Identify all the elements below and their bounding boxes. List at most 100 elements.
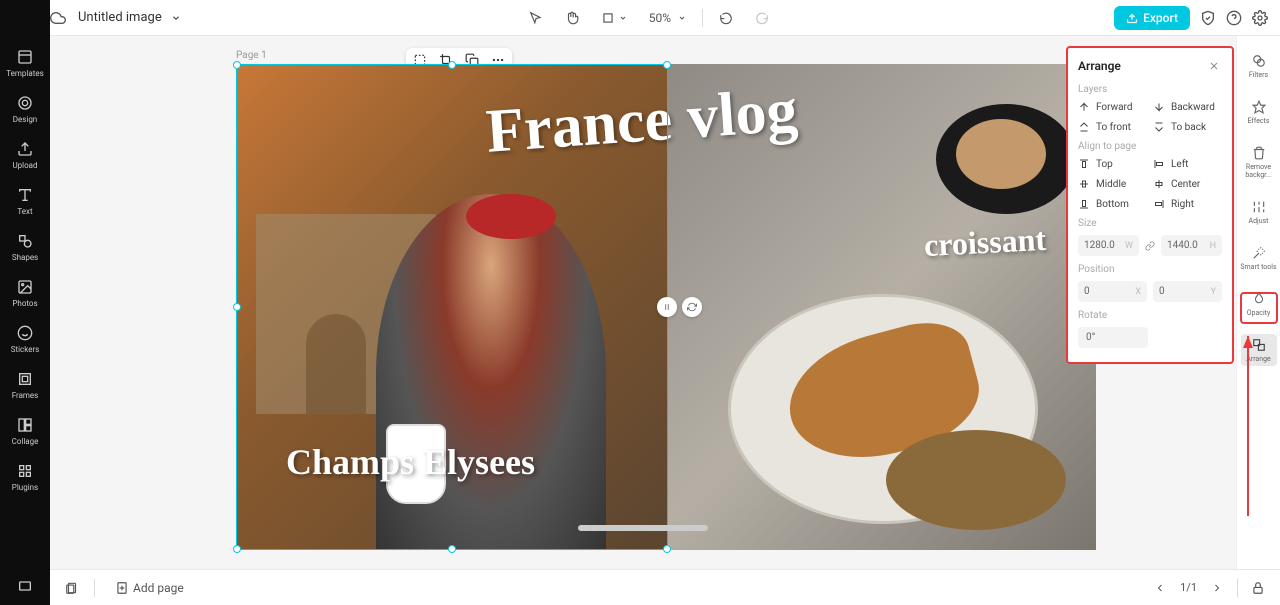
pos-x-input[interactable]: 0X <box>1078 281 1147 302</box>
remove-bg-icon <box>1251 145 1267 161</box>
arrange-icon <box>1251 337 1267 353</box>
sidebar-item-photos[interactable]: Photos <box>0 278 50 308</box>
help-icon[interactable] <box>1226 10 1242 26</box>
divider <box>702 9 703 27</box>
to-back-icon <box>1153 121 1165 133</box>
tool-filters[interactable]: Filters <box>1237 50 1280 82</box>
next-page-button[interactable] <box>1209 580 1225 596</box>
right-toolbar: Filters Effects Remove backgr... Adjust … <box>1236 36 1280 569</box>
align-bottom-button[interactable]: Bottom <box>1078 198 1147 210</box>
align-top-button[interactable]: Top <box>1078 158 1147 170</box>
resize-handle-tr[interactable] <box>663 61 671 69</box>
resize-handle-bl[interactable] <box>233 545 241 553</box>
adjust-icon <box>1251 199 1267 215</box>
panel-title: Arrange <box>1078 59 1121 73</box>
export-button[interactable]: Export <box>1114 6 1190 30</box>
width-input[interactable]: 1280.0W <box>1078 235 1139 256</box>
hand-tool[interactable] <box>559 7 585 29</box>
zoom-level[interactable]: 50% <box>643 7 692 29</box>
left-sidebar: Templates Design Upload Text Shapes Phot… <box>0 0 50 605</box>
layers-icon <box>16 577 34 595</box>
pages-icon[interactable] <box>64 580 80 596</box>
tool-smart[interactable]: Smart tools <box>1237 242 1280 274</box>
cloud-icon[interactable] <box>50 10 66 26</box>
resize-handle-tl[interactable] <box>233 61 241 69</box>
to-back-button[interactable]: To back <box>1153 121 1222 133</box>
collage-icon <box>16 416 34 434</box>
arrange-panel: Arrange Layers Forward Backward To front… <box>1066 46 1234 364</box>
section-position: Position <box>1078 264 1222 275</box>
canvas-area[interactable]: Page 1 Champs Elysees croissant France v… <box>50 36 1236 569</box>
add-page-button[interactable]: Add page <box>109 577 190 599</box>
cursor-tool[interactable] <box>523 7 549 29</box>
shield-icon[interactable] <box>1200 10 1216 26</box>
align-top-icon <box>1078 158 1090 170</box>
height-input[interactable]: 1440.0H <box>1161 235 1222 256</box>
sidebar-item-stickers[interactable]: Stickers <box>0 324 50 354</box>
align-right-button[interactable]: Right <box>1153 198 1222 210</box>
backward-button[interactable]: Backward <box>1153 101 1222 113</box>
bottom-bar: Add page 1/1 <box>50 569 1280 605</box>
resize-handle-ml[interactable] <box>233 303 241 311</box>
frames-icon <box>16 370 34 388</box>
sidebar-item-templates[interactable]: Templates <box>0 48 50 78</box>
sidebar-item-collage[interactable]: Collage <box>0 416 50 446</box>
photos-icon <box>16 278 34 296</box>
undo-button[interactable] <box>713 7 739 29</box>
lock-icon[interactable] <box>1250 580 1266 596</box>
sidebar-item-text[interactable]: Text <box>0 186 50 216</box>
sidebar-item-shapes[interactable]: Shapes <box>0 232 50 262</box>
chevron-down-icon <box>168 10 184 26</box>
plugins-icon <box>16 462 34 480</box>
sidebar-item-frames[interactable]: Frames <box>0 370 50 400</box>
forward-button[interactable]: Forward <box>1078 101 1147 113</box>
tool-arrange[interactable]: Arrange <box>1241 334 1277 366</box>
templates-icon <box>16 48 34 66</box>
document-title[interactable]: Untitled image <box>78 10 184 26</box>
resize-handle-br[interactable] <box>663 545 671 553</box>
align-bottom-icon <box>1078 198 1090 210</box>
align-center-button[interactable]: Center <box>1153 178 1222 190</box>
prev-page-button[interactable] <box>1152 580 1168 596</box>
section-rotate: Rotate <box>1078 310 1222 321</box>
backward-icon <box>1153 101 1165 113</box>
tool-adjust[interactable]: Adjust <box>1237 196 1280 228</box>
sidebar-item-layers[interactable] <box>0 577 50 595</box>
top-bar: Untitled image 50% Export <box>0 0 1280 36</box>
sidebar-item-design[interactable]: Design <box>0 94 50 124</box>
tool-opacity[interactable]: Opacity <box>1237 288 1280 320</box>
selection-outline <box>236 64 668 550</box>
align-middle-button[interactable]: Middle <box>1078 178 1147 190</box>
topbar-center: 50% <box>523 7 775 29</box>
text-croissant[interactable]: croissant <box>923 221 1047 264</box>
pos-y-input[interactable]: 0Y <box>1153 281 1222 302</box>
close-icon[interactable] <box>1206 58 1222 74</box>
refresh-knob-icon[interactable] <box>682 297 702 317</box>
tool-remove-bg[interactable]: Remove backgr... <box>1237 142 1280 182</box>
topbar-right: Export <box>1114 6 1268 30</box>
edge-grip-icon[interactable] <box>657 297 677 317</box>
filters-icon <box>1251 53 1267 69</box>
settings-icon[interactable] <box>1252 10 1268 26</box>
resize-handle-mb[interactable] <box>448 545 456 553</box>
sidebar-item-upload[interactable]: Upload <box>0 140 50 170</box>
crop-resize-tool[interactable] <box>595 7 633 29</box>
lock-aspect-icon[interactable] <box>1145 235 1155 256</box>
align-right-icon <box>1153 198 1165 210</box>
smart-tools-icon <box>1251 245 1267 261</box>
page-label: Page 1 <box>236 50 267 61</box>
doc-title-text: Untitled image <box>78 10 162 25</box>
align-left-button[interactable]: Left <box>1153 158 1222 170</box>
rotate-input[interactable]: 0° <box>1078 327 1148 348</box>
horizontal-scrollbar[interactable] <box>578 525 708 531</box>
section-size: Size <box>1078 218 1222 229</box>
to-front-icon <box>1078 121 1090 133</box>
to-front-button[interactable]: To front <box>1078 121 1147 133</box>
sidebar-item-plugins[interactable]: Plugins <box>0 462 50 492</box>
text-icon <box>16 186 34 204</box>
resize-handle-mt[interactable] <box>448 61 456 69</box>
design-canvas[interactable]: Champs Elysees croissant France vlog <box>236 64 1096 550</box>
align-left-icon <box>1153 158 1165 170</box>
tool-effects[interactable]: Effects <box>1237 96 1280 128</box>
redo-button[interactable] <box>749 7 775 29</box>
